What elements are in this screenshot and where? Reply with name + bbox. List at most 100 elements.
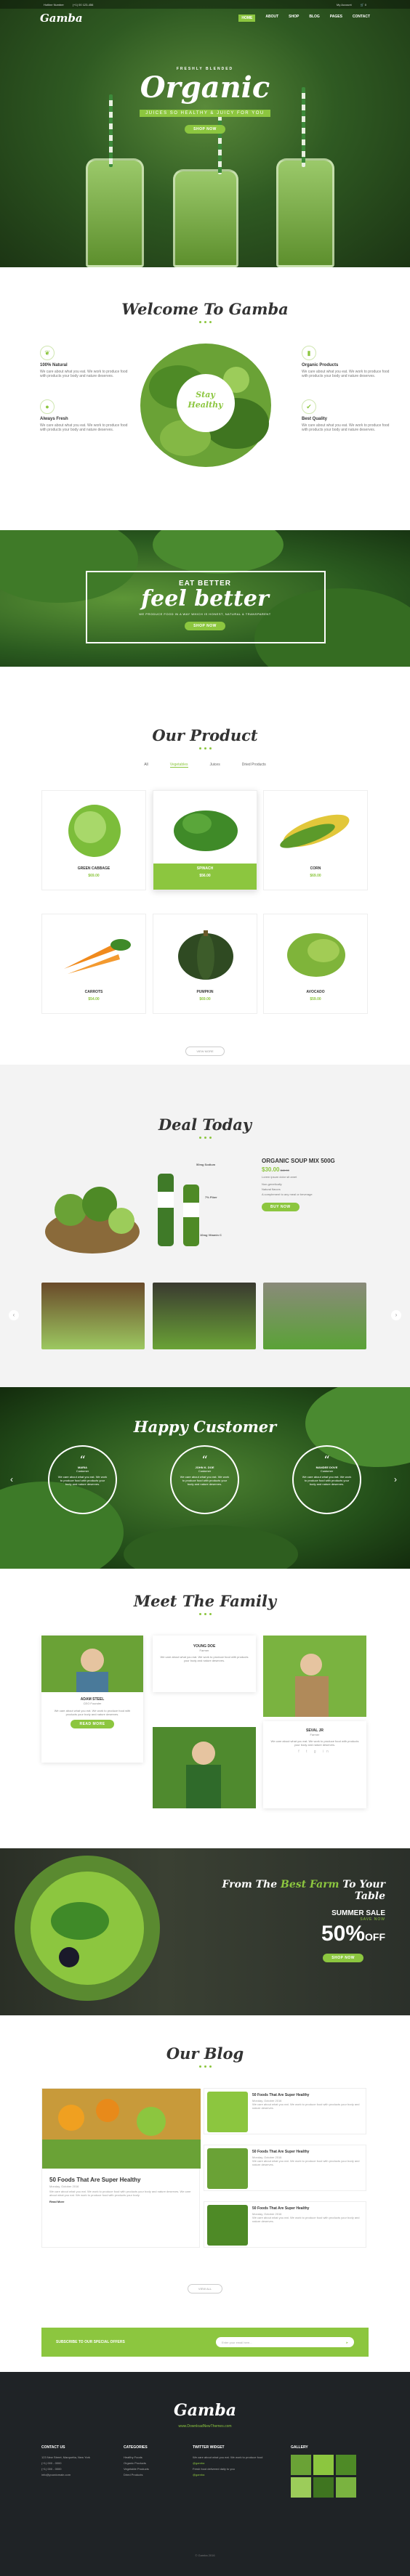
product-card[interactable]: SPINACH $56.00 bbox=[153, 790, 257, 890]
nav-blog[interactable]: BLOG bbox=[309, 15, 319, 22]
blog-main-body: 50 Foods That Are Super Healthy Monday, … bbox=[42, 2172, 199, 2208]
copyright: © Gamba 2016 bbox=[195, 2553, 215, 2557]
product-card[interactable]: CORN $69.00 bbox=[263, 790, 368, 890]
summer-sale-section: From The Best Farm To Your Table SUMMER … bbox=[0, 1848, 410, 2015]
nav-about[interactable]: ABOUT bbox=[265, 15, 278, 22]
blog-post-title: 50 Foods That Are Super Healthy bbox=[252, 2093, 310, 2097]
product-price: $69.00 bbox=[88, 874, 100, 878]
view-all-button[interactable]: VIEW ALL bbox=[187, 2284, 223, 2293]
welcome-section: Welcome To Gamba Stay Healthy ❦ 100% Nat… bbox=[0, 267, 410, 530]
blog-post-text: We care about what you eat. We work to p… bbox=[252, 2216, 360, 2223]
hero-text: FRESHLY BLENDED Organic JUICES SO HEALTH… bbox=[0, 67, 410, 134]
footer-col-title: CATEGORIES bbox=[124, 2445, 148, 2450]
nav-home[interactable]: HOME bbox=[238, 15, 256, 22]
product-card[interactable]: PUMPKIN $69.00 bbox=[153, 914, 257, 1014]
sale-percent: 50%OFF bbox=[321, 1922, 385, 1946]
blog-read-more[interactable]: Read More bbox=[49, 2200, 192, 2203]
footer-link[interactable]: Healthy Foods bbox=[124, 2455, 149, 2461]
view-more-button[interactable]: VIEW MORE bbox=[185, 1047, 225, 1056]
juice-thumb-image[interactable] bbox=[263, 1283, 366, 1349]
product-name: CORN bbox=[310, 866, 321, 871]
footer-link[interactable]: Vegetable Products bbox=[124, 2466, 149, 2472]
deal-list-item: A complement to any meal or beverage bbox=[262, 1192, 313, 1196]
product-card[interactable]: GREEN CABBAGE $69.00 bbox=[41, 790, 146, 890]
product-title: Our Product bbox=[152, 726, 258, 744]
gallery-thumb[interactable] bbox=[313, 2455, 334, 2475]
eat-better-banner: EAT BETTER feel better WE PRODUCE FOOD I… bbox=[0, 530, 410, 667]
tab-vegetables[interactable]: Vegetables bbox=[169, 763, 188, 768]
product-price: $54.00 bbox=[88, 997, 100, 1001]
top-bar: Hotline Number (+1) 00 123-456 My Accoun… bbox=[0, 0, 410, 9]
nav-contact[interactable]: CONTACT bbox=[353, 15, 370, 22]
divider-dots bbox=[0, 1613, 410, 1615]
divider-dots bbox=[0, 1137, 410, 1139]
juice-thumb-image[interactable] bbox=[153, 1283, 256, 1349]
footer-gallery: GALLERY bbox=[291, 2445, 356, 2498]
blog-post-item[interactable]: 50 Foods That Are Super Healthy Monday, … bbox=[204, 2201, 366, 2248]
feature-title: Always Fresh bbox=[40, 417, 68, 421]
nutrition-label: 50mg Sodium bbox=[196, 1163, 216, 1166]
cart-icon[interactable]: 🛒 0 bbox=[361, 3, 366, 7]
feature-organic: ▮ Organic Products We care about what yo… bbox=[302, 346, 396, 378]
footer: Gamba www.DownloadNewThemes.com CONTACT … bbox=[0, 2372, 410, 2576]
member-photo bbox=[263, 1636, 366, 1717]
email-text: (+1) 00 123-456 bbox=[72, 2, 94, 7]
send-icon[interactable]: ➤ bbox=[346, 2341, 348, 2344]
footer-url[interactable]: www.DownloadNewThemes.com bbox=[0, 2424, 410, 2429]
read-more-button[interactable]: READ MORE bbox=[71, 1720, 114, 1728]
product-card[interactable]: CARROTS $54.00 bbox=[41, 914, 146, 1014]
footer-link[interactable]: Dried Products bbox=[124, 2472, 149, 2478]
carousel-next-icon[interactable]: › bbox=[391, 1310, 401, 1320]
footer-link[interactable]: Organic Products bbox=[124, 2461, 149, 2466]
feature-quality: ✔ Best Quality We care about what you ea… bbox=[302, 399, 396, 432]
hero-shop-button[interactable]: SHOP NOW bbox=[185, 125, 225, 134]
blog-post-item[interactable]: 50 Foods That Are Super Healthy Monday, … bbox=[204, 2145, 366, 2191]
blog-post-text: We care about what you eat. We work to p… bbox=[252, 2159, 360, 2166]
blog-main-card[interactable]: 50 Foods That Are Super Healthy Monday, … bbox=[41, 2088, 201, 2248]
gallery-thumb[interactable] bbox=[336, 2455, 356, 2475]
blog-title: Our Blog bbox=[166, 2044, 244, 2063]
divider-dots bbox=[0, 2065, 410, 2068]
tab-juices[interactable]: Juices bbox=[210, 763, 220, 768]
divider-dots bbox=[0, 321, 410, 323]
juice-thumb-image[interactable] bbox=[41, 1283, 145, 1349]
nav-shop[interactable]: SHOP bbox=[289, 15, 299, 22]
gallery-thumb[interactable] bbox=[291, 2455, 311, 2475]
gallery-thumb[interactable] bbox=[313, 2477, 334, 2498]
sale-label: SUMMER SALE bbox=[331, 1909, 385, 1917]
sale-shop-button[interactable]: SHOP NOW bbox=[323, 1954, 363, 1962]
subscribe-bar: SUBSCRIBE TO OUR SPECIAL OFFERS Enter yo… bbox=[41, 2328, 369, 2357]
account-link[interactable]: My Account bbox=[337, 3, 352, 7]
tab-all[interactable]: All bbox=[144, 763, 148, 768]
quote-icon: “ bbox=[323, 1453, 330, 1467]
hero-subtitle: JUICES SO HEALTHY & JUICY FOR YOU bbox=[140, 110, 270, 117]
gallery-thumb[interactable] bbox=[291, 2477, 311, 2498]
blog-post-image bbox=[207, 2148, 248, 2189]
nutrition-label: 7% Fiber bbox=[205, 1195, 217, 1199]
gallery-thumb[interactable] bbox=[336, 2477, 356, 2498]
site-logo[interactable]: Gamba bbox=[40, 12, 83, 25]
footer-line: (+1) 000 - 0000 bbox=[41, 2461, 62, 2465]
subscribe-section: SUBSCRIBE TO OUR SPECIAL OFFERS Enter yo… bbox=[0, 2323, 410, 2372]
nav-pages[interactable]: PAGES bbox=[330, 15, 342, 22]
blog-post-item[interactable]: 50 Foods That Are Super Healthy Monday, … bbox=[204, 2088, 366, 2134]
slider-prev-icon[interactable]: ‹ bbox=[10, 1474, 13, 1484]
tweet-text: Fresh food delivered daily to you bbox=[193, 2467, 235, 2471]
customer-role: Customer bbox=[320, 1469, 334, 1473]
tweet-handle[interactable]: @gamba bbox=[193, 2461, 280, 2466]
slider-next-icon[interactable]: › bbox=[394, 1474, 397, 1484]
social-icons[interactable]: f t g in bbox=[263, 1750, 366, 1754]
subscribe-email-input[interactable]: Enter your email here... ➤ bbox=[216, 2337, 354, 2347]
banner-shop-button[interactable]: SHOP NOW bbox=[185, 622, 225, 630]
feature-text: We care about what you eat. We work to p… bbox=[302, 423, 390, 432]
footer-col-title: CONTACT US bbox=[41, 2445, 65, 2450]
product-card[interactable]: AVOCADO $59.00 bbox=[263, 914, 368, 1014]
tweet-handle[interactable]: @gamba bbox=[193, 2472, 280, 2478]
deal-buy-button[interactable]: BUY NOW bbox=[262, 1203, 300, 1211]
footer-logo[interactable]: Gamba bbox=[0, 2401, 410, 2420]
family-title: Meet The Family bbox=[133, 1592, 277, 1610]
product-price: $69.00 bbox=[199, 997, 211, 1001]
tab-dried[interactable]: Dried Products bbox=[242, 763, 266, 768]
vegetables-image: Stay Healthy bbox=[134, 336, 276, 471]
carousel-prev-icon[interactable]: ‹ bbox=[9, 1310, 19, 1320]
